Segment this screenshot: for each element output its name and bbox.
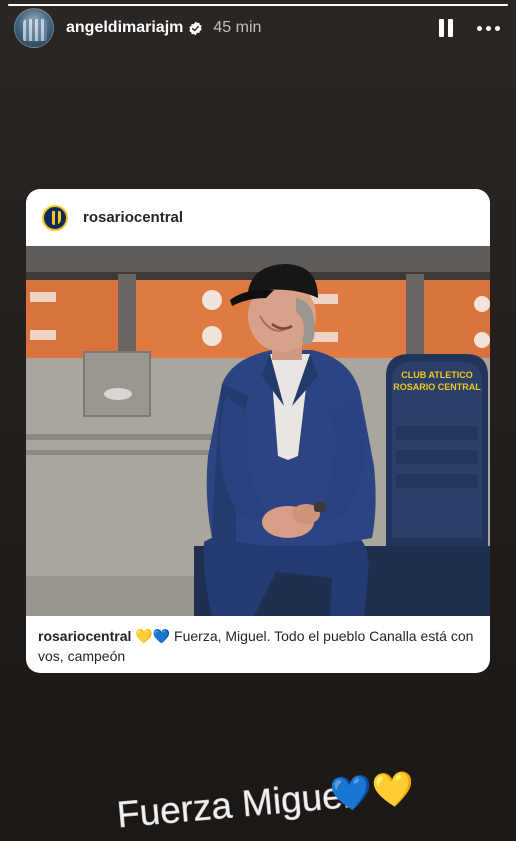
story-progress-bar (8, 4, 508, 6)
sticker-text: Fuerza Miguel (115, 774, 352, 835)
caption-emojis: 💛💙 (135, 628, 171, 644)
sticker-emojis: 💙💛 (328, 768, 416, 815)
post-caption: rosariocentral 💛💙 Fuerza, Miguel. Todo e… (26, 616, 490, 666)
story-timestamp: 45 min (213, 19, 262, 36)
story-header: angeldimariajm 45 min (14, 8, 502, 48)
post-header: rosariocentral (26, 189, 490, 246)
story-username[interactable]: angeldimariajm (66, 19, 183, 37)
post-photo-art: CLUB ATLETICO ROSARIO CENTRAL (26, 246, 490, 616)
svg-text:CLUB ATLETICO: CLUB ATLETICO (401, 370, 473, 380)
shared-post-card[interactable]: rosariocentral CLUB ATLETICO ROSARIO CEN… (26, 189, 490, 673)
more-options-icon[interactable] (475, 22, 502, 35)
verified-badge-icon (188, 21, 203, 36)
story-text-sticker-art: Fuerza Miguel 💙💛 (115, 768, 417, 835)
story-text-sticker: Fuerza Miguel 💙💛 (110, 756, 440, 836)
caption-username[interactable]: rosariocentral (38, 628, 131, 644)
avatar[interactable] (14, 8, 54, 48)
svg-text:ROSARIO CENTRAL: ROSARIO CENTRAL (393, 382, 481, 392)
club-logo[interactable] (42, 204, 68, 231)
post-photo[interactable]: CLUB ATLETICO ROSARIO CENTRAL (26, 246, 490, 616)
story-progress-fill (8, 4, 508, 6)
post-username[interactable]: rosariocentral (83, 209, 183, 226)
pause-icon[interactable] (439, 19, 453, 37)
